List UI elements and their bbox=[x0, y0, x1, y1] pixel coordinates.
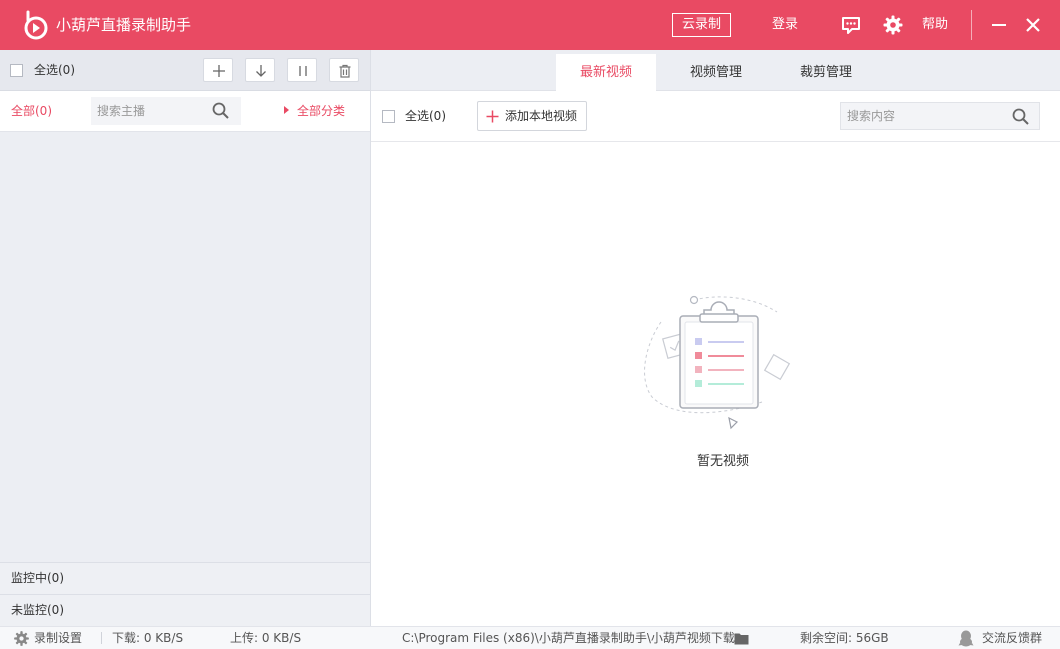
close-icon[interactable] bbox=[1022, 14, 1044, 36]
empty-state-text: 暂无视频 bbox=[696, 454, 749, 469]
download-icon bbox=[256, 65, 266, 77]
feedback-group-link[interactable]: 交流反馈群 bbox=[982, 630, 1042, 646]
download-speed: 下载: 0 KB/S bbox=[112, 631, 184, 645]
record-settings-link[interactable]: 录制设置 bbox=[34, 630, 82, 646]
help-link[interactable]: 帮助 bbox=[922, 16, 948, 34]
status-bar: 录制设置 下载: 0 KB/S 上传: 0 KB/S C:\Program Fi… bbox=[0, 626, 1060, 649]
free-space: 剩余空间: 56GB bbox=[800, 631, 889, 645]
pause-anchor-button[interactable] bbox=[287, 58, 317, 82]
search-icon[interactable] bbox=[211, 101, 231, 121]
empty-clipboard-icon bbox=[644, 295, 791, 430]
qq-penguin-icon[interactable] bbox=[958, 630, 974, 647]
tab-latest-videos[interactable]: 最新视频 bbox=[556, 54, 656, 91]
anchor-filter-bar: 全部(0) 全部分类 bbox=[0, 91, 370, 132]
app-title: 小葫芦直播录制助手 bbox=[56, 16, 192, 34]
anchor-panel: 全选(0) 全部(0) 全部分类 监控中(0) 未监控(0) bbox=[0, 50, 371, 626]
video-toolbar: 全选(0) 添加本地视频 bbox=[371, 91, 1060, 142]
search-icon[interactable] bbox=[1011, 107, 1031, 127]
titlebar-divider bbox=[971, 10, 972, 40]
gear-icon[interactable] bbox=[882, 14, 904, 36]
minimize-icon[interactable] bbox=[988, 14, 1010, 36]
anchor-toolbar: 全选(0) bbox=[0, 50, 370, 91]
add-local-video-button[interactable]: 添加本地视频 bbox=[477, 101, 587, 131]
triangle-right-icon bbox=[284, 106, 289, 114]
tab-video-management[interactable]: 视频管理 bbox=[666, 54, 766, 91]
content-search-input[interactable] bbox=[840, 102, 1040, 130]
login-link[interactable]: 登录 bbox=[772, 16, 798, 34]
monitoring-section[interactable]: 监控中(0) bbox=[0, 562, 370, 594]
title-bar: 小葫芦直播录制助手 云录制 登录 帮助 bbox=[0, 0, 1060, 50]
tab-bar: 最新视频 视频管理 裁剪管理 bbox=[371, 50, 1060, 91]
tab-clip-management[interactable]: 裁剪管理 bbox=[776, 54, 876, 91]
all-categories-label: 全部分类 bbox=[297, 104, 346, 118]
all-categories-dropdown[interactable]: 全部分类 bbox=[284, 104, 345, 119]
select-all-anchors-label: 全选(0) bbox=[34, 63, 75, 77]
download-path: C:\Program Files (x86)\小葫芦直播录制助手\小葫芦视频下载 bbox=[402, 631, 735, 645]
add-anchor-button[interactable] bbox=[203, 58, 233, 82]
select-all-anchors-checkbox[interactable] bbox=[10, 64, 23, 77]
folder-icon[interactable] bbox=[734, 632, 749, 645]
status-separator bbox=[101, 632, 102, 644]
select-all-videos-checkbox[interactable] bbox=[382, 110, 395, 123]
add-icon bbox=[213, 65, 225, 77]
delete-anchor-button[interactable] bbox=[329, 58, 359, 82]
all-anchors-tab[interactable]: 全部(0) bbox=[11, 104, 52, 119]
video-list-area: 暂无视频 bbox=[371, 142, 1060, 626]
not-monitoring-section[interactable]: 未监控(0) bbox=[0, 594, 370, 626]
plus-icon bbox=[486, 110, 499, 123]
upload-speed: 上传: 0 KB/S bbox=[230, 631, 302, 645]
add-local-video-label: 添加本地视频 bbox=[505, 109, 578, 123]
gear-icon[interactable] bbox=[13, 630, 30, 647]
select-all-videos-label: 全选(0) bbox=[405, 109, 446, 123]
trash-icon bbox=[339, 64, 351, 78]
pause-icon bbox=[299, 66, 307, 76]
download-anchor-button[interactable] bbox=[245, 58, 275, 82]
app-logo-icon bbox=[24, 10, 48, 40]
cloud-record-button[interactable]: 云录制 bbox=[672, 13, 731, 37]
message-icon[interactable] bbox=[840, 14, 862, 36]
